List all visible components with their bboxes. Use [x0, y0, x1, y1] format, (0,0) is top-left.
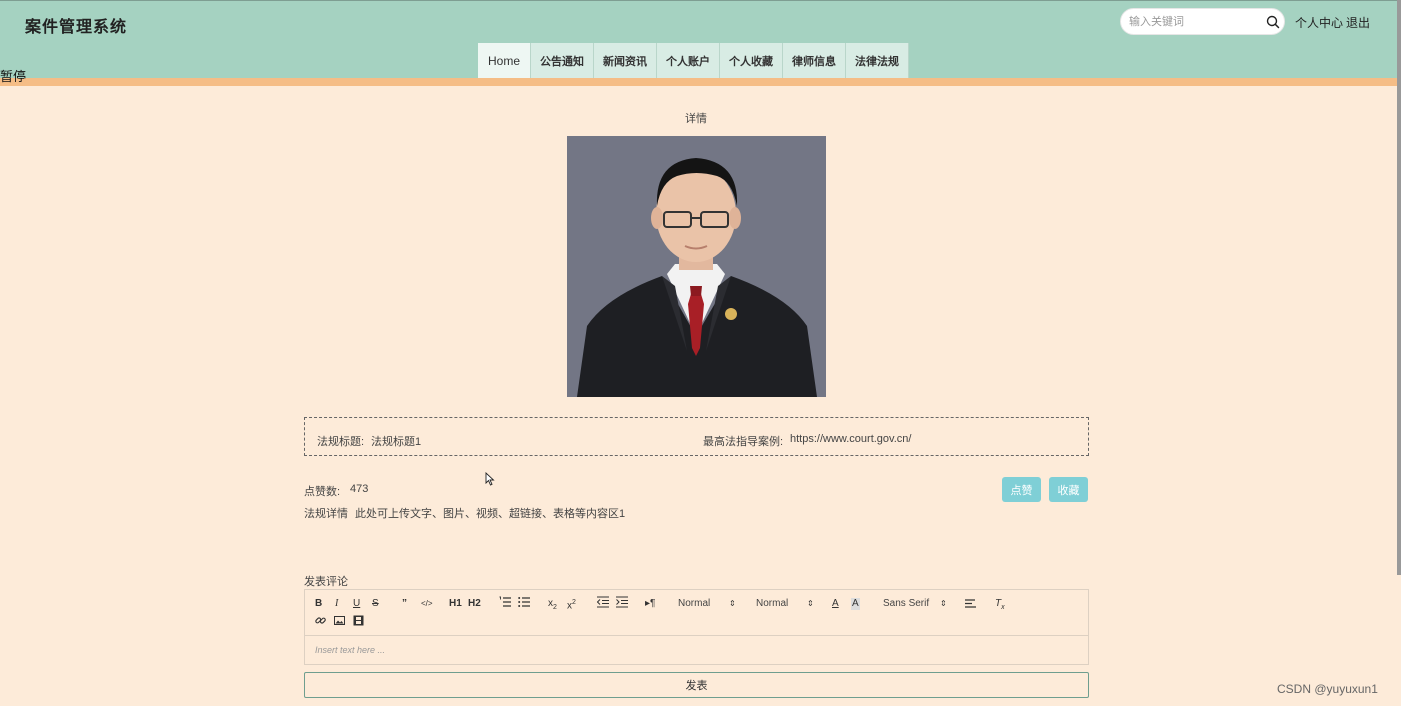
italic-icon[interactable]: I — [335, 598, 338, 610]
likes-label: 点赞数: — [304, 486, 341, 498]
ordered-list-icon[interactable] — [499, 596, 511, 612]
image-icon[interactable] — [334, 615, 345, 630]
bold-icon[interactable]: B — [315, 598, 322, 610]
header2-icon[interactable]: H2 — [468, 598, 481, 610]
superscript-icon[interactable]: x2 — [567, 597, 576, 612]
header-select-arrows-icon[interactable]: ⇕ — [807, 598, 814, 610]
submit-comment-button[interactable]: 发表 — [304, 672, 1089, 698]
nav-item-account[interactable]: 个人账户 — [657, 43, 721, 78]
editor-toolbar: B I U S ” </> H1 H2 x2 x2 ▸¶ Normal ⇕ No… — [305, 590, 1088, 636]
like-button[interactable]: 点赞 — [1002, 477, 1041, 502]
indent-icon[interactable] — [616, 596, 628, 612]
header1-icon[interactable]: H1 — [449, 598, 462, 610]
guide-case-link[interactable]: https://www.court.gov.cn/ — [790, 433, 911, 445]
logout-link[interactable]: 退出 — [1346, 14, 1370, 31]
description-label: 法规详情 — [304, 508, 348, 520]
watermark-text: CSDN @yuyuxun1 — [1277, 682, 1378, 696]
detail-heading: 详情 — [685, 113, 707, 125]
size-select-arrows-icon[interactable]: ⇕ — [729, 598, 736, 610]
nav-item-announcements[interactable]: 公告通知 — [531, 43, 595, 78]
likes-count: 473 — [350, 483, 369, 495]
guide-case-label: 最高法指导案例: — [703, 436, 784, 448]
regulation-title-value: 法规标题1 — [371, 436, 422, 448]
nav-item-lawyers[interactable]: 律师信息 — [783, 43, 847, 78]
font-select[interactable]: Sans Serif — [883, 598, 929, 609]
top-header: 案件管理系统 个人中心 退出 Home 公告通知 新闻资讯 个人账户 个人收藏 … — [0, 0, 1401, 78]
nav-item-favorites[interactable]: 个人收藏 — [720, 43, 784, 78]
pause-overlay-text: 暂停 — [0, 69, 27, 84]
size-select[interactable]: Normal — [678, 598, 710, 609]
page-scrollbar[interactable] — [1397, 0, 1401, 575]
mouse-cursor-icon — [485, 472, 495, 486]
blockquote-icon[interactable]: ” — [402, 598, 407, 610]
video-icon[interactable] — [353, 615, 364, 630]
code-block-icon[interactable]: </> — [421, 598, 433, 610]
strikethrough-icon[interactable]: S — [372, 598, 379, 610]
main-nav: Home 公告通知 新闻资讯 个人账户 个人收藏 律师信息 法律法规 — [478, 43, 910, 78]
search-icon[interactable] — [1265, 14, 1281, 30]
text-color-icon[interactable]: A — [832, 598, 839, 610]
header-accent-stripe — [0, 78, 1401, 86]
text-direction-icon[interactable]: ▸¶ — [645, 598, 655, 610]
underline-icon[interactable]: U — [353, 598, 360, 610]
clear-format-icon[interactable]: Tx — [995, 598, 1005, 614]
search-input[interactable] — [1129, 13, 1259, 31]
regulation-info-box: 法规标题: 法规标题1 最高法指导案例: https://www.court.g… — [304, 417, 1089, 456]
editor-input[interactable]: Insert text here ... — [315, 645, 385, 655]
app-title: 案件管理系统 — [25, 19, 128, 36]
link-icon[interactable] — [315, 615, 326, 630]
align-icon[interactable] — [965, 597, 977, 613]
nav-item-news[interactable]: 新闻资讯 — [594, 43, 658, 78]
nav-item-home[interactable]: Home — [478, 43, 532, 78]
description-value: 此处可上传文字、图片、视频、超链接、表格等内容区1 — [355, 508, 626, 520]
outdent-icon[interactable] — [596, 596, 609, 612]
regulation-title-label: 法规标题: — [317, 436, 365, 448]
background-color-icon[interactable]: A — [851, 598, 860, 610]
comment-section-label: 发表评论 — [304, 576, 348, 588]
bullet-list-icon[interactable] — [518, 596, 530, 612]
rich-text-editor: B I U S ” </> H1 H2 x2 x2 ▸¶ Normal ⇕ No… — [304, 589, 1089, 665]
subscript-icon[interactable]: x2 — [548, 598, 557, 614]
profile-link[interactable]: 个人中心 — [1295, 14, 1343, 31]
search-box[interactable] — [1120, 8, 1285, 35]
nav-item-regulations[interactable]: 法律法规 — [846, 43, 910, 78]
header-select[interactable]: Normal — [756, 598, 788, 609]
favorite-button[interactable]: 收藏 — [1049, 477, 1088, 502]
lawyer-portrait-image — [567, 136, 826, 397]
font-select-arrows-icon[interactable]: ⇕ — [940, 598, 947, 610]
